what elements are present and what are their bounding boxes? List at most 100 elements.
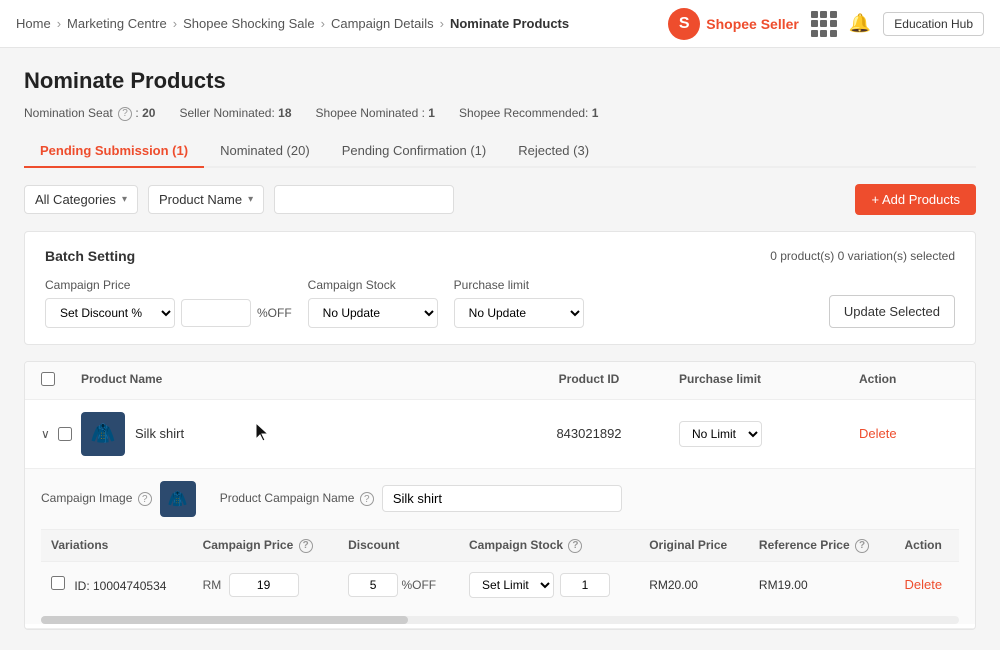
batch-fields: Campaign Price Set Discount % %OFF Campa…	[45, 278, 955, 328]
variation-discount-cell: %OFF	[338, 561, 459, 608]
category-dropdown-arrow-icon: ▾	[122, 194, 127, 205]
nomination-seat-stat: Nomination Seat ? : 20	[24, 106, 155, 121]
cursor-arrow-icon	[254, 421, 272, 443]
variations-col-header: Variations	[41, 529, 193, 561]
product-name-header: Product Name	[81, 372, 499, 389]
tab-pending-confirmation[interactable]: Pending Confirmation (1)	[326, 135, 503, 168]
product-detail-row: Campaign Image ? 🧥 Product Campaign Name…	[25, 468, 975, 624]
campaign-image-cell: Campaign Image ? 🧥	[41, 481, 196, 517]
seller-nominated-stat: Seller Nominated: 18	[179, 106, 291, 121]
campaign-image-label: Campaign Image ?	[41, 491, 152, 506]
campaign-price-select[interactable]: Set Discount %	[45, 298, 175, 328]
tabs-bar: Pending Submission (1) Nominated (20) Pe…	[24, 135, 976, 168]
campaign-image-help-icon[interactable]: ?	[138, 492, 152, 506]
tab-rejected[interactable]: Rejected (3)	[502, 135, 605, 168]
variation-stock-cell: Set Limit	[459, 561, 639, 608]
campaign-price-group: Campaign Price Set Discount % %OFF	[45, 278, 292, 328]
product-row: ∨ 🧥 Silk shirt 843021892	[25, 400, 975, 629]
variation-discount-input[interactable]	[348, 573, 398, 597]
variation-off-label: %OFF	[401, 578, 436, 592]
purchase-limit-label: Purchase limit	[454, 278, 584, 292]
variation-checkbox[interactable]	[51, 576, 65, 590]
action-col-header: Action	[895, 529, 960, 561]
campaign-name-input[interactable]	[382, 485, 622, 512]
marketing-centre-link[interactable]: Marketing Centre	[67, 16, 167, 31]
update-selected-button[interactable]: Update Selected	[829, 295, 955, 328]
off-label: %OFF	[257, 306, 292, 320]
home-link[interactable]: Home	[16, 16, 51, 31]
reference-price-help-icon[interactable]: ?	[855, 539, 869, 553]
campaign-name-label: Product Campaign Name ?	[220, 491, 374, 506]
shopee-logo: S Shopee Seller	[668, 8, 799, 40]
shopee-shocking-sale-link[interactable]: Shopee Shocking Sale	[183, 16, 315, 31]
tab-nominated[interactable]: Nominated (20)	[204, 135, 326, 168]
select-all-checkbox[interactable]	[41, 372, 55, 386]
campaign-thumbnail: 🧥	[160, 481, 196, 517]
action-header: Action	[859, 372, 959, 389]
purchase-limit-group: Purchase limit No Update	[454, 278, 584, 328]
discount-percent-input[interactable]	[181, 299, 251, 327]
nomination-seat-help-icon[interactable]: ?	[118, 107, 132, 121]
product-name-cell: 🧥 Silk shirt	[81, 412, 499, 456]
campaign-stock-select[interactable]: No Update	[308, 298, 438, 328]
purchase-limit-header: Purchase limit	[679, 372, 859, 389]
campaign-price-row: Set Discount % %OFF	[45, 298, 292, 328]
campaign-price-help-icon[interactable]: ?	[299, 539, 313, 553]
batch-header: Batch Setting 0 product(s) 0 variation(s…	[45, 248, 955, 264]
horizontal-scrollbar[interactable]	[41, 616, 959, 624]
campaign-info-row: Campaign Image ? 🧥 Product Campaign Name…	[41, 481, 959, 529]
original-price-col-header: Original Price	[639, 529, 749, 561]
campaign-stock-help-icon[interactable]: ?	[568, 539, 582, 553]
batch-setting-card: Batch Setting 0 product(s) 0 variation(s…	[24, 231, 976, 345]
delete-variation-button[interactable]: Delete	[905, 577, 943, 592]
shopee-recommended-stat: Shopee Recommended: 1	[459, 106, 598, 121]
notification-bell-icon[interactable]: 🔔	[849, 13, 871, 34]
category-dropdown[interactable]: All Categories ▾	[24, 185, 138, 214]
add-products-button[interactable]: + Add Products	[855, 184, 976, 215]
price-prefix-label: RM	[203, 578, 222, 592]
purchase-limit-cell: No Limit	[679, 421, 859, 447]
shopee-nominated-stat: Shopee Nominated : 1	[316, 106, 435, 121]
checkbox-header	[41, 372, 81, 389]
product-checkbox[interactable]	[58, 427, 72, 441]
education-hub-button[interactable]: Education Hub	[883, 12, 984, 36]
variation-row: ID: 10004740534 RM %OFF	[41, 561, 959, 608]
product-thumbnail: 🧥	[81, 412, 125, 456]
campaign-stock-label: Campaign Stock	[308, 278, 438, 292]
breadcrumb: Home › Marketing Centre › Shopee Shockin…	[16, 16, 569, 31]
product-name-text: Silk shirt	[135, 426, 184, 441]
delete-product-button[interactable]: Delete	[859, 426, 897, 441]
product-row-main: ∨ 🧥 Silk shirt 843021892	[25, 400, 975, 468]
product-expand-cell: ∨	[41, 427, 81, 441]
product-id-header: Product ID	[499, 372, 679, 389]
shopee-seller-label: Shopee Seller	[706, 16, 799, 32]
expand-row-button[interactable]: ∨	[41, 427, 50, 441]
product-action-cell: Delete	[859, 426, 959, 441]
tab-pending-submission[interactable]: Pending Submission (1)	[24, 135, 204, 168]
batch-setting-title: Batch Setting	[45, 248, 135, 264]
current-page: Nominate Products	[450, 16, 569, 31]
campaign-stock-row: No Update	[308, 298, 438, 328]
variation-price-input[interactable]	[229, 573, 299, 597]
cursor-indicator	[254, 421, 272, 446]
scrollbar-thumb[interactable]	[41, 616, 408, 624]
campaign-name-help-icon[interactable]: ?	[360, 492, 374, 506]
product-name-dropdown-arrow-icon: ▾	[248, 194, 253, 205]
purchase-limit-select[interactable]: No Update	[454, 298, 584, 328]
purchase-limit-dropdown[interactable]: No Limit	[679, 421, 762, 447]
table-header-row: Product Name Product ID Purchase limit A…	[25, 362, 975, 400]
variation-id-cell: ID: 10004740534	[41, 561, 193, 608]
product-id-cell: 843021892	[499, 426, 679, 441]
shopee-icon: S	[668, 8, 700, 40]
discount-col-header: Discount	[338, 529, 459, 561]
grid-menu-icon[interactable]	[811, 11, 837, 37]
top-navigation: Home › Marketing Centre › Shopee Shockin…	[0, 0, 1000, 48]
purchase-limit-row: No Update	[454, 298, 584, 328]
stock-qty-input[interactable]	[560, 573, 610, 597]
stock-option-select[interactable]: Set Limit	[469, 572, 554, 598]
stats-row: Nomination Seat ? : 20 Seller Nominated:…	[24, 106, 976, 121]
campaign-price-label: Campaign Price	[45, 278, 292, 292]
product-search-input[interactable]	[274, 185, 454, 214]
product-name-dropdown[interactable]: Product Name ▾	[148, 185, 264, 214]
campaign-details-link[interactable]: Campaign Details	[331, 16, 434, 31]
